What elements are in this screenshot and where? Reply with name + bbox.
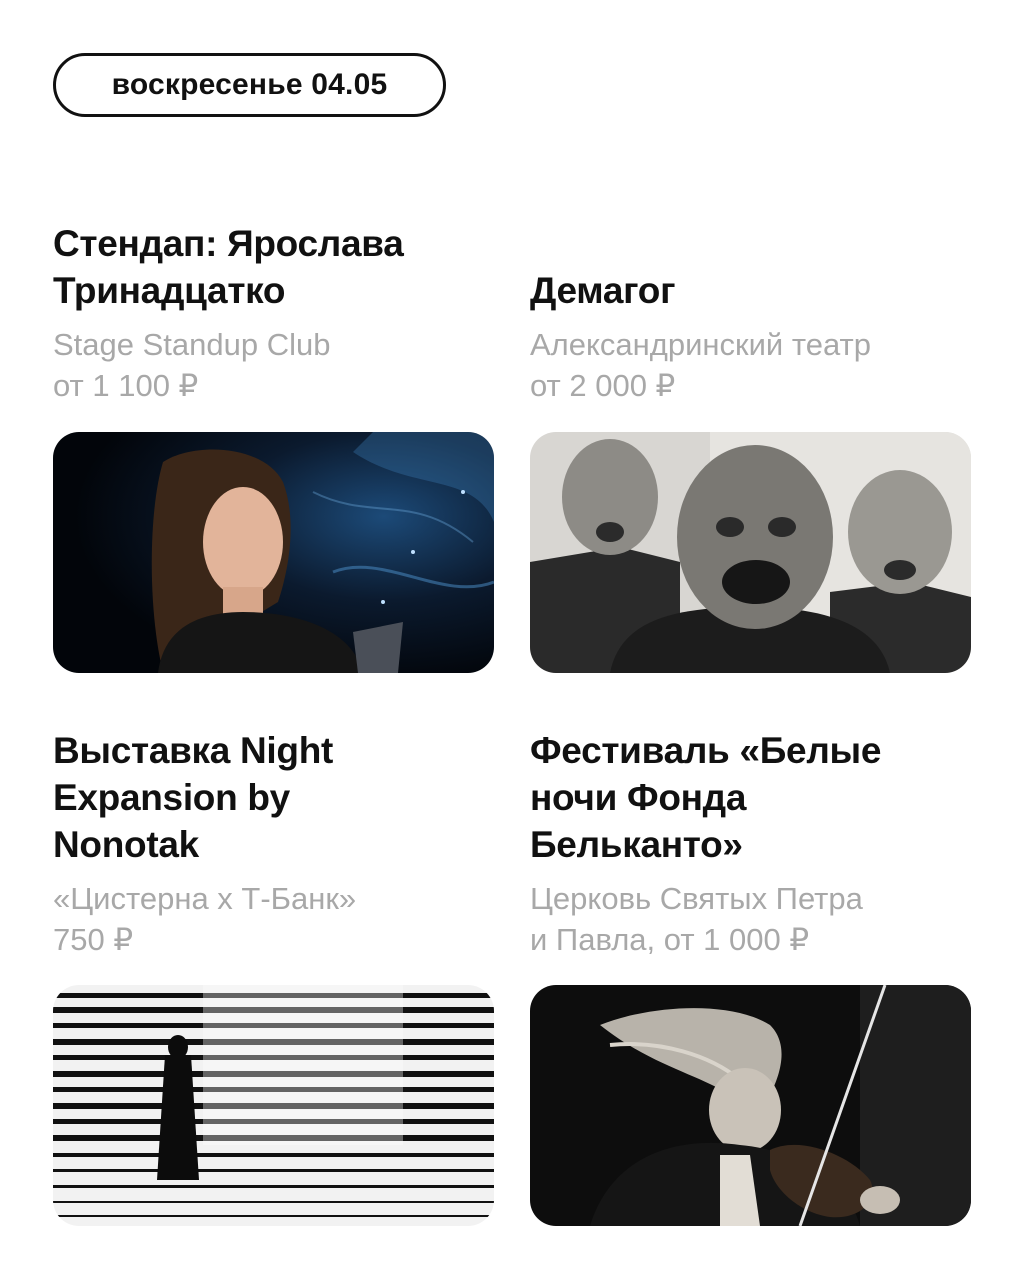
event-image-striped-installation[interactable] <box>53 985 494 1226</box>
event-meta: Церковь Святых Петра и Павла, от 1 000 ₽ <box>530 881 863 957</box>
event-image-standup-comedian[interactable] <box>53 432 494 673</box>
event-meta: «Цистерна х Т-Банк» 750 ₽ <box>53 881 357 957</box>
event-title: Выставка Night Expansion by Nonotak <box>53 730 334 865</box>
event-title: Демагог <box>530 270 676 311</box>
event-image-theatre-masks[interactable] <box>530 432 971 673</box>
event-meta: Александринский театр от 2 000 ₽ <box>530 327 871 403</box>
event-card-night-expansion[interactable]: Выставка Night Expansion by Nonotak «Цис… <box>53 727 494 1227</box>
event-title: Стендап: Ярослава Тринадцатко <box>53 223 404 311</box>
event-meta: Stage Standup Club от 1 100 ₽ <box>53 327 331 403</box>
event-card-standup[interactable]: Стендап: Ярослава Тринадцатко Stage Stan… <box>53 220 494 674</box>
event-card-demagog[interactable]: Демагог Александринский театр от 2 000 ₽ <box>530 220 971 674</box>
event-card-belcanto-festival[interactable]: Фестиваль «Белые ночи Фонда Бельканто» Ц… <box>530 727 971 1227</box>
event-image-violinist[interactable] <box>530 985 971 1226</box>
date-pill[interactable]: воскресенье 04.05 <box>53 53 446 117</box>
event-title: Фестиваль «Белые ночи Фонда Бельканто» <box>530 730 882 865</box>
